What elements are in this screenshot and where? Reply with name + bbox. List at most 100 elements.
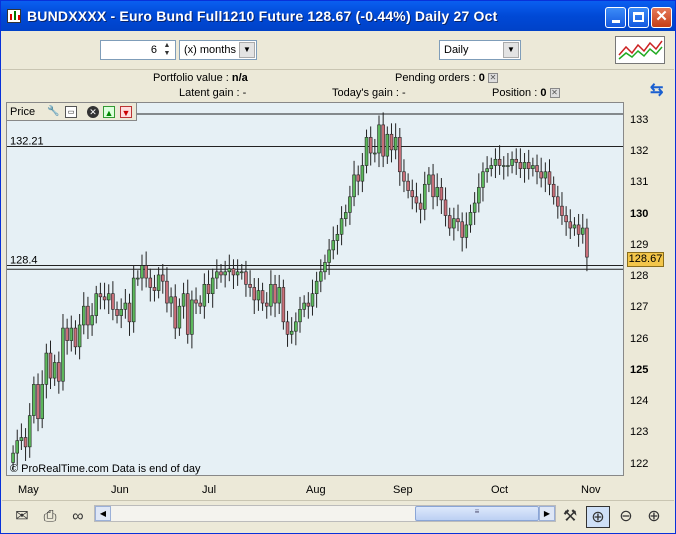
period-spinner[interactable]: ▲ ▼ [160,42,174,58]
mail-icon[interactable]: ✉ [10,506,34,528]
candle-body [177,305,182,329]
close-icon[interactable]: ✕ [487,73,498,84]
maximize-button[interactable] [628,7,649,28]
candle-body [32,384,36,416]
candle-body [472,202,477,213]
close-icon[interactable]: ✕ [87,106,99,118]
source-note: © ProRealTime.com Data is end of day [10,463,201,475]
arrow-down-icon[interactable]: ▼ [120,106,132,118]
candle-body [539,171,543,179]
candle-body [27,415,32,448]
candle-body [356,174,360,182]
candle-body [314,280,319,294]
month-tick-label: Jun [111,484,129,496]
candle-body [481,171,485,188]
candle-body [269,284,273,307]
minimize-button[interactable] [605,7,626,28]
price-tick-label: 131 [630,176,649,189]
month-tick-label: Oct [491,484,509,496]
candle-body [52,362,57,379]
candle-body [198,302,202,307]
candle-body [106,293,111,301]
candle-body [94,293,98,316]
print-icon[interactable]: ⎙ [38,506,62,528]
candle-body [572,224,577,229]
candle-body [248,284,252,288]
candle-body [48,352,53,379]
scroll-left-arrow[interactable]: ◀ [95,506,111,521]
scroll-right-arrow[interactable]: ▶ [539,506,555,521]
candle-body [289,330,294,335]
candle-body [547,171,552,185]
candle-body [231,268,236,276]
scroll-thumb[interactable]: ≡ [415,506,539,521]
close-button[interactable]: ✕ [651,7,672,28]
candle-body [343,212,348,219]
candle-body [127,302,132,323]
portfolio-value: Portfolio value : n/a [153,72,248,84]
candle-body [69,327,74,341]
candle-body [414,196,419,204]
candle-body [123,302,128,310]
time-scrollbar[interactable]: ◀ ≡ ▶ [94,505,556,522]
candle-body [298,309,302,323]
zoom-fit-icon[interactable]: ⊕ [586,506,610,528]
chevron-down-icon: ▼ [239,42,255,58]
candle-body [543,171,548,179]
candle-body [564,215,568,223]
candle-body [360,165,365,182]
candle-body [447,215,452,229]
windows-icon[interactable]: ▭ [65,106,77,118]
candle-body [148,277,153,288]
swap-arrows-icon[interactable]: ⇆ [650,80,663,100]
month-tick-label: Sep [393,484,413,496]
title-bar[interactable]: BUNDXXXX - Euro Bund Full1210 Future 128… [1,1,675,31]
candle-body [152,287,157,291]
portfolio-info-bar: Portfolio value : n/a Pending orders : 0… [2,69,674,101]
level-line-label: 132.21 [10,135,44,147]
candle-body [393,137,398,151]
candle-body [406,180,410,191]
candle-body [202,284,207,307]
zoom-in-icon[interactable]: ⊕ [642,506,666,528]
period-count-input[interactable]: 6 ▲ ▼ [100,40,176,60]
period-unit-select[interactable]: (x) months ▼ [179,40,257,60]
candle-body [65,327,69,341]
candle-body [389,133,394,151]
close-icon[interactable]: ✕ [549,88,560,99]
candle-body [485,168,489,173]
candle-body [568,221,573,229]
minimize-icon [611,20,620,23]
chart-toolbar: Price 🔧 ▭ ✕ ▲ ▼ [7,103,137,121]
zoom-out-icon[interactable]: ⊖ [614,506,638,528]
candle-body [526,162,531,169]
candle-body [510,158,514,166]
month-tick-label: May [18,484,39,496]
candle-body [161,274,165,282]
tools-icon[interactable]: ⚒ [558,506,582,528]
candle-body [144,265,148,279]
timeframe-select[interactable]: Daily ▼ [439,40,521,60]
candle-body [385,133,390,157]
candle-body [169,296,173,304]
price-tick-label: 122 [630,457,649,470]
candle-body [173,296,178,329]
window-title: BUNDXXXX - Euro Bund Full1210 Future 128… [27,8,498,24]
indicators-button[interactable] [615,36,665,64]
candle-body [277,287,281,304]
candle-body [306,302,311,307]
candle-body [140,265,144,279]
chart-label: Price [10,106,36,118]
candle-body [531,165,535,169]
candle-body [522,162,527,169]
link-icon[interactable]: ∞ [66,506,90,528]
candle-body [327,249,331,263]
candle-body [61,327,65,382]
price-chart[interactable]: 132.21 128.4 © ProRealTime.com Data is end… [6,102,624,476]
price-tick-label: 123 [630,426,649,439]
candle-body [136,277,140,280]
arrow-up-icon[interactable]: ▲ [103,106,115,118]
candle-body [439,187,444,201]
candle-body [427,174,431,185]
wrench-icon[interactable]: 🔧 [47,106,59,118]
